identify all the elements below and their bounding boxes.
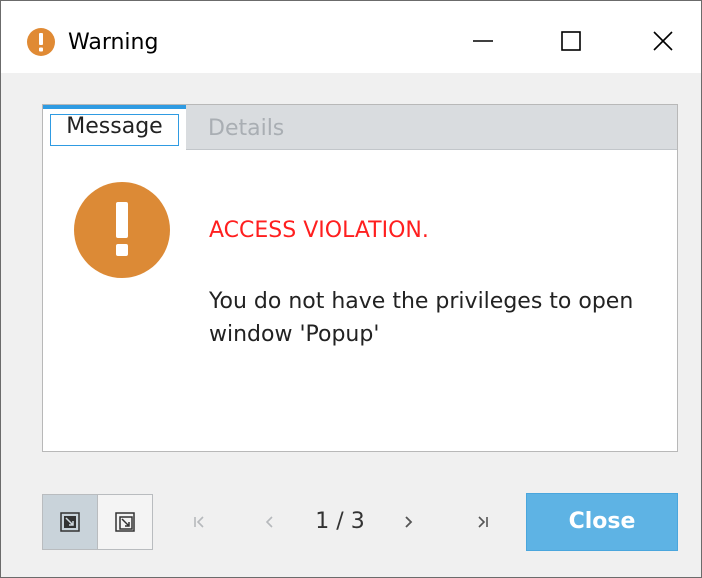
error-message-line-2: window 'Popup': [209, 322, 380, 347]
tab-strip: Message Details: [43, 105, 677, 150]
maximize-button[interactable]: [541, 19, 601, 63]
window-restore-icon: [60, 512, 80, 532]
tab-details[interactable]: Details: [186, 105, 306, 149]
last-page-button[interactable]: [471, 501, 495, 543]
next-page-icon: [405, 516, 413, 528]
minimize-button[interactable]: [453, 19, 513, 63]
expand-view-button[interactable]: [97, 494, 153, 550]
warning-icon: [74, 182, 170, 278]
minimize-icon: [473, 40, 493, 42]
error-message: You do not have the privileges to open w…: [209, 285, 649, 351]
tab-message[interactable]: Message: [43, 105, 186, 150]
tab-message-label: Message: [66, 114, 163, 139]
error-heading: ACCESS VIOLATION.: [209, 218, 429, 243]
window-title: Warning: [68, 30, 159, 55]
last-page-icon: [478, 516, 488, 528]
next-page-button[interactable]: [397, 501, 421, 543]
maximize-icon: [561, 31, 581, 51]
previous-page-icon: [265, 516, 273, 528]
first-page-icon: [194, 516, 204, 528]
previous-page-button[interactable]: [257, 501, 281, 543]
warning-icon: [27, 28, 55, 56]
page-indicator: 1 / 3: [315, 509, 365, 534]
close-icon: [653, 31, 673, 51]
restore-view-button[interactable]: [42, 494, 98, 550]
close-button[interactable]: Close: [526, 493, 678, 551]
tab-details-label: Details: [208, 116, 285, 141]
title-bar[interactable]: Warning: [1, 1, 701, 73]
first-page-button[interactable]: [187, 501, 211, 543]
window-expand-icon: [115, 512, 135, 532]
error-message-line-1: You do not have the privileges to open: [209, 289, 634, 314]
warning-dialog: Warning Message Details ACCESS VIOLATION…: [0, 0, 702, 578]
window-close-button[interactable]: [633, 19, 693, 63]
message-panel: Message Details ACCESS VIOLATION. You do…: [42, 104, 678, 452]
